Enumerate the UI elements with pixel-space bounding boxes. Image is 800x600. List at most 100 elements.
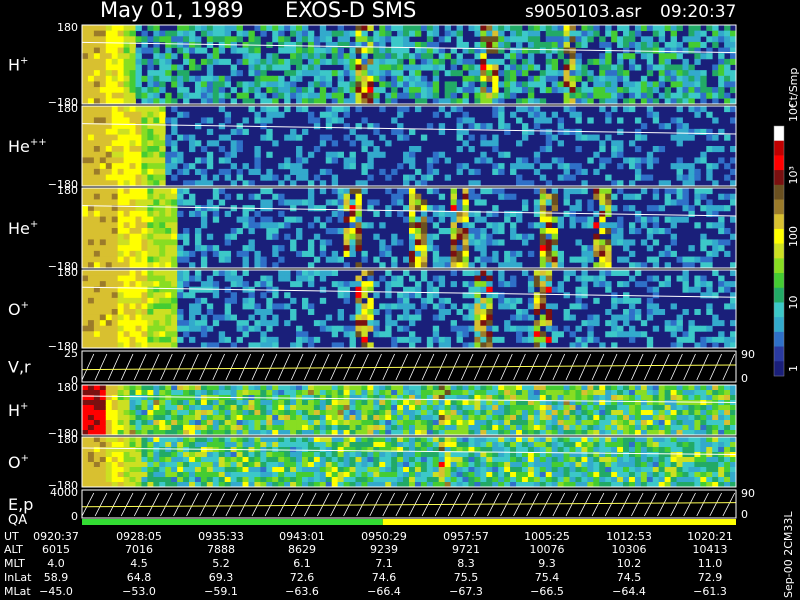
- data-cell: [599, 92, 606, 99]
- data-cell: [171, 472, 178, 478]
- data-cell: [385, 420, 392, 426]
- data-cell: [539, 390, 547, 396]
- data-cell: [611, 395, 618, 401]
- data-cell: [706, 286, 713, 293]
- data-cell: [533, 275, 541, 282]
- data-cell: [111, 415, 119, 421]
- data-cell: [688, 395, 695, 401]
- data-cell: [545, 64, 553, 71]
- data-cell: [409, 92, 416, 99]
- data-cell: [438, 405, 446, 411]
- data-cell: [450, 425, 457, 431]
- data-cell: [563, 385, 570, 391]
- data-cell: [123, 245, 130, 252]
- data-cell: [248, 222, 255, 229]
- data-cell: [165, 216, 172, 223]
- data-cell: [87, 64, 95, 71]
- data-cell: [189, 425, 196, 431]
- data-cell: [284, 64, 291, 71]
- data-cell: [111, 297, 119, 304]
- data-cell: [545, 270, 553, 276]
- data-cell: [617, 151, 624, 158]
- data-cell: [450, 390, 457, 396]
- data-cell: [189, 210, 196, 217]
- data-cell: [706, 303, 713, 310]
- data-cell: [605, 228, 612, 235]
- data-cell: [486, 320, 493, 327]
- data-cell: [432, 157, 440, 164]
- data-cell: [242, 331, 249, 338]
- data-cell: [414, 205, 422, 212]
- data-cell: [135, 385, 142, 391]
- data-cell: [236, 193, 243, 200]
- data-cell: [206, 87, 214, 94]
- data-cell: [159, 128, 166, 135]
- data-cell: [438, 123, 446, 130]
- data-cell: [236, 390, 243, 396]
- data-cell: [551, 58, 559, 65]
- data-cell: [135, 70, 142, 77]
- data-cell: [159, 106, 166, 113]
- data-cell: [159, 457, 166, 463]
- data-cell: [296, 415, 303, 421]
- data-cell: [99, 128, 107, 135]
- data-cell: [664, 25, 671, 32]
- data-cell: [634, 415, 642, 421]
- data-cell: [361, 117, 368, 124]
- data-cell: [254, 309, 261, 315]
- data-cell: [409, 239, 416, 246]
- data-cell: [658, 58, 666, 65]
- data-cell: [504, 53, 511, 60]
- data-cell: [313, 36, 321, 43]
- data-cell: [177, 256, 184, 263]
- data-cell: [200, 98, 208, 105]
- data-cell: [123, 180, 130, 187]
- data-cell: [391, 168, 398, 175]
- data-cell: [296, 400, 303, 406]
- data-cell: [236, 250, 243, 257]
- data-cell: [194, 309, 202, 315]
- data-cell: [605, 309, 612, 315]
- data-cell: [498, 117, 505, 124]
- data-cell: [658, 228, 666, 235]
- data-cell: [521, 163, 529, 170]
- data-cell: [474, 405, 481, 411]
- data-cell: [177, 442, 184, 448]
- data-cell: [563, 36, 570, 43]
- data-cell: [200, 92, 208, 99]
- data-cell: [183, 275, 190, 282]
- data-cell: [189, 262, 196, 269]
- data-cell: [379, 331, 386, 338]
- data-cell: [391, 47, 398, 54]
- data-cell: [409, 188, 416, 195]
- data-cell: [676, 168, 683, 175]
- data-cell: [319, 320, 327, 327]
- data-cell: [504, 415, 511, 421]
- data-cell: [260, 281, 267, 288]
- data-cell: [349, 415, 356, 421]
- data-cell: [688, 210, 695, 217]
- data-cell: [611, 92, 618, 99]
- data-cell: [646, 286, 654, 293]
- data-cell: [480, 64, 487, 71]
- data-cell: [611, 75, 618, 82]
- data-cell: [254, 420, 261, 426]
- data-cell: [432, 250, 440, 257]
- data-cell: [147, 415, 154, 421]
- data-cell: [409, 199, 416, 206]
- data-cell: [652, 325, 660, 332]
- data-cell: [129, 331, 136, 338]
- data-cell: [486, 385, 493, 391]
- data-cell: [367, 320, 374, 327]
- data-cell: [712, 245, 719, 252]
- data-cell: [307, 111, 315, 118]
- data-cell: [569, 64, 576, 71]
- data-cell: [367, 151, 374, 158]
- data-cell: [652, 41, 660, 48]
- data-cell: [634, 92, 642, 99]
- data-cell: [628, 81, 636, 88]
- data-cell: [218, 98, 226, 105]
- data-cell: [296, 174, 303, 181]
- data-cell: [652, 87, 660, 94]
- data-cell: [171, 292, 178, 299]
